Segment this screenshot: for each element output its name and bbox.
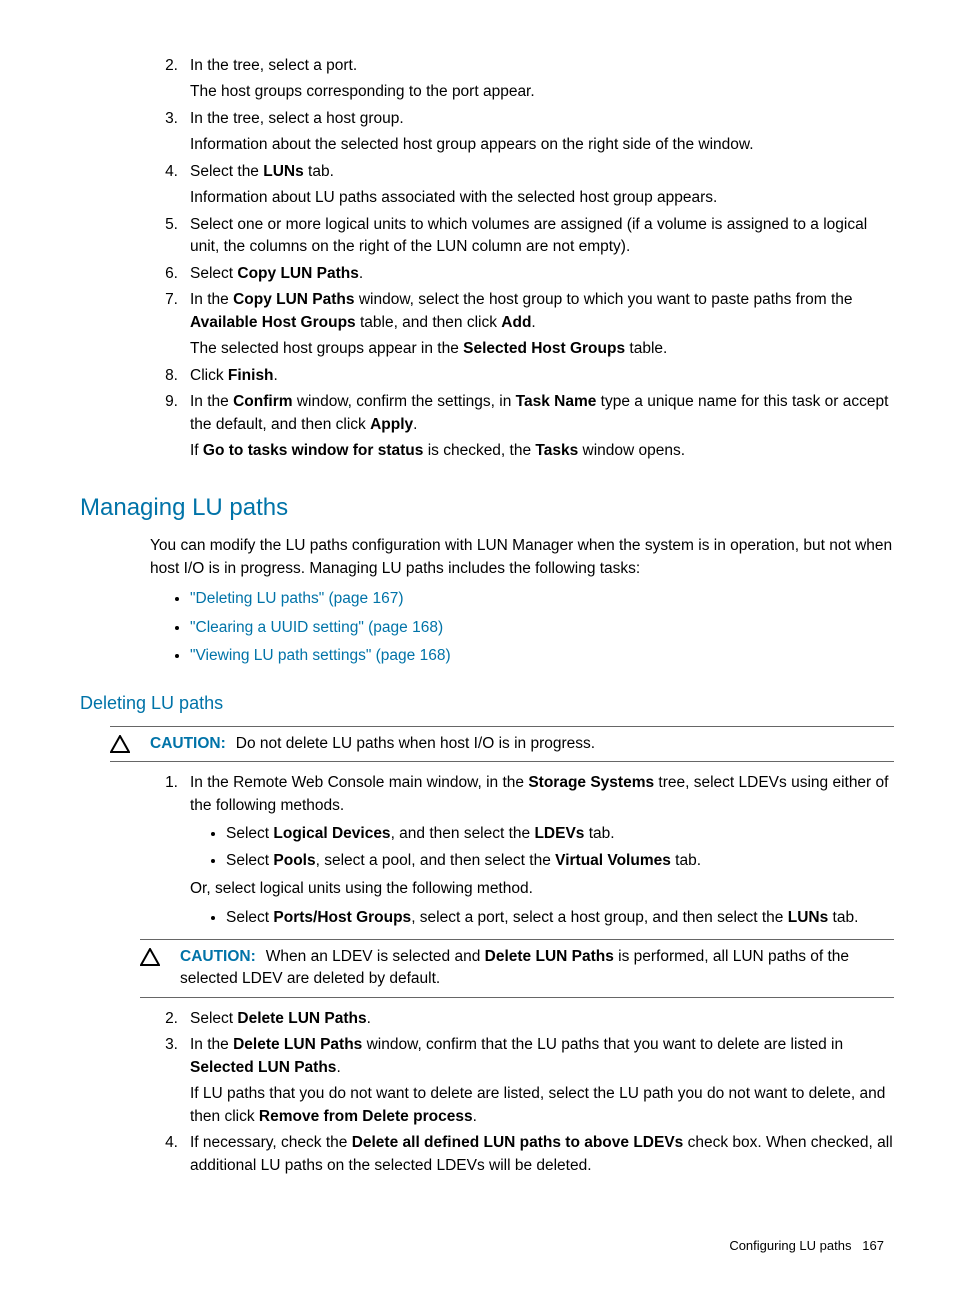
step-number: 2. — [150, 55, 178, 77]
step-number: 8. — [150, 365, 178, 387]
step-text: In the Remote Web Console main window, i… — [190, 774, 888, 813]
step-sub: If LU paths that you do not want to dele… — [190, 1083, 894, 1128]
step-text: In the tree, select a host group. — [190, 110, 404, 127]
step-number: 1. — [150, 772, 178, 794]
delete-steps: 1. In the Remote Web Console main window… — [150, 772, 894, 929]
list-item: Select Pools, select a pool, and then se… — [226, 850, 894, 872]
link-deleting[interactable]: "Deleting LU paths" (page 167) — [190, 590, 404, 607]
step-3: 3. In the tree, select a host group. Inf… — [150, 108, 894, 157]
step-sub: Information about LU paths associated wi… — [190, 187, 894, 209]
step-6: 6. Select Copy LUN Paths. — [150, 263, 894, 285]
step-text: In the Delete LUN Paths window, confirm … — [190, 1036, 843, 1075]
caution-icon — [110, 733, 146, 753]
section-links: "Deleting LU paths" (page 167) "Clearing… — [80, 588, 894, 667]
list-item: Select Logical Devices, and then select … — [226, 823, 894, 845]
step-sub: The selected host groups appear in the S… — [190, 338, 894, 360]
caution-label: CAUTION: — [180, 948, 256, 965]
step-number: 4. — [150, 1132, 178, 1154]
step-number: 7. — [150, 289, 178, 311]
step-text: Select Delete LUN Paths. — [190, 1010, 371, 1027]
step-text: Select the LUNs tab. — [190, 163, 334, 180]
caution-body: CAUTION: Do not delete LU paths when host… — [146, 733, 894, 755]
step-number: 4. — [150, 161, 178, 183]
step-text: Select Copy LUN Paths. — [190, 265, 363, 282]
caution-icon — [140, 946, 176, 966]
top-steps: 2. In the tree, select a port. The host … — [150, 55, 894, 463]
caution-text: Do not delete LU paths when host I/O is … — [236, 735, 595, 752]
step-mid: Or, select logical units using the follo… — [190, 878, 894, 900]
step-3: 3. In the Delete LUN Paths window, confi… — [150, 1034, 894, 1128]
step-text: Click Finish. — [190, 367, 278, 384]
subsection-heading: Deleting LU paths — [80, 690, 894, 716]
step-number: 3. — [150, 1034, 178, 1056]
list-item: "Clearing a UUID setting" (page 168) — [190, 617, 894, 639]
delete-steps-cont: 2. Select Delete LUN Paths. 3. In the De… — [150, 1008, 894, 1177]
step-4: 4. If necessary, check the Delete all de… — [150, 1132, 894, 1177]
caution-body: CAUTION:When an LDEV is selected and Del… — [176, 946, 894, 991]
footer-text: Configuring LU paths — [729, 1238, 851, 1253]
step-number: 3. — [150, 108, 178, 130]
page-number: 167 — [862, 1238, 884, 1253]
step-sub: Information about the selected host grou… — [190, 134, 894, 156]
caution-label: CAUTION: — [150, 735, 226, 752]
step-9: 9. In the Confirm window, confirm the se… — [150, 391, 894, 462]
caution-box: CAUTION:When an LDEV is selected and Del… — [140, 939, 894, 998]
inner-list: Select Ports/Host Groups, select a port,… — [190, 907, 894, 929]
step-text: In the tree, select a port. — [190, 57, 357, 74]
section-intro: You can modify the LU paths configuratio… — [150, 535, 894, 580]
step-2: 2. Select Delete LUN Paths. — [150, 1008, 894, 1030]
step-text: In the Copy LUN Paths window, select the… — [190, 291, 853, 330]
step-number: 2. — [150, 1008, 178, 1030]
step-number: 6. — [150, 263, 178, 285]
step-text: If necessary, check the Delete all defin… — [190, 1134, 893, 1173]
link-viewing[interactable]: "Viewing LU path settings" (page 168) — [190, 647, 451, 664]
step-number: 5. — [150, 214, 178, 236]
page-footer: Configuring LU paths 167 — [80, 1237, 894, 1256]
caution-box: CAUTION: Do not delete LU paths when host… — [110, 726, 894, 762]
step-sub: If Go to tasks window for status is chec… — [190, 440, 894, 462]
step-8: 8. Click Finish. — [150, 365, 894, 387]
list-item: Select Ports/Host Groups, select a port,… — [226, 907, 894, 929]
list-item: "Deleting LU paths" (page 167) — [190, 588, 894, 610]
step-5: 5. Select one or more logical units to w… — [150, 214, 894, 259]
section-heading: Managing LU paths — [80, 491, 894, 526]
step-7: 7. In the Copy LUN Paths window, select … — [150, 289, 894, 360]
step-1: 1. In the Remote Web Console main window… — [150, 772, 894, 929]
step-text: Select one or more logical units to whic… — [190, 216, 867, 255]
list-item: "Viewing LU path settings" (page 168) — [190, 645, 894, 667]
step-number: 9. — [150, 391, 178, 413]
step-text: In the Confirm window, confirm the setti… — [190, 393, 888, 432]
link-clearing[interactable]: "Clearing a UUID setting" (page 168) — [190, 619, 443, 636]
step-sub: The host groups corresponding to the por… — [190, 81, 894, 103]
step-4: 4. Select the LUNs tab. Information abou… — [150, 161, 894, 210]
inner-list: Select Logical Devices, and then select … — [190, 823, 894, 872]
step-2: 2. In the tree, select a port. The host … — [150, 55, 894, 104]
